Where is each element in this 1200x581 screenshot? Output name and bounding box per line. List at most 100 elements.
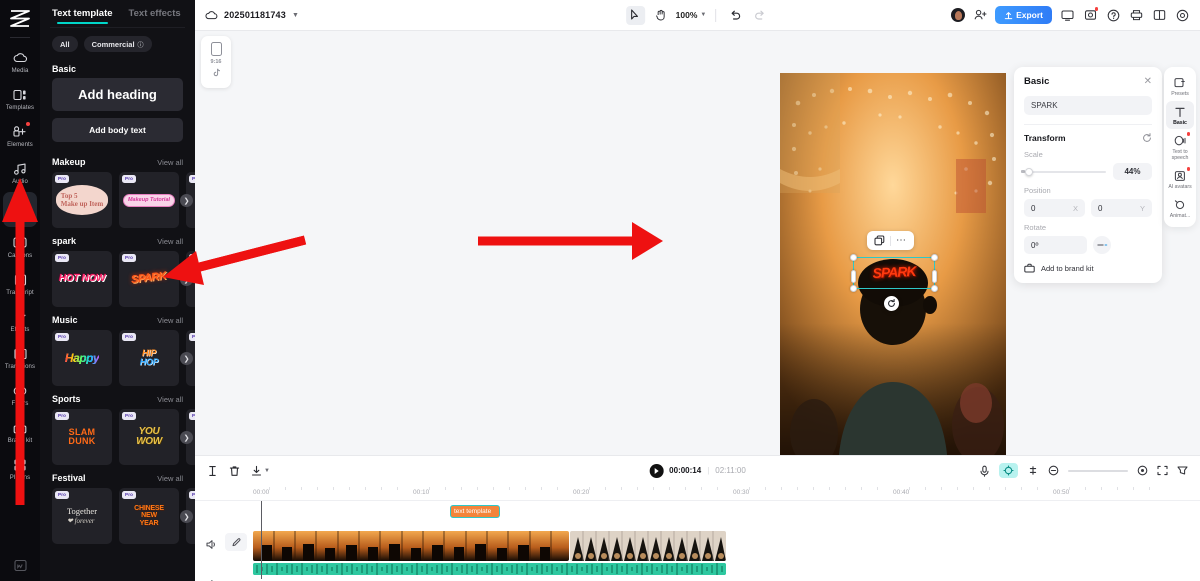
selection-bounding-box[interactable] xyxy=(850,254,938,292)
chevron-down-icon[interactable]: ▼ xyxy=(292,12,299,19)
template-card-happy[interactable]: Pro Happy xyxy=(52,330,112,386)
template-card-hip-hop[interactable]: Pro HIP HOP xyxy=(119,330,179,386)
rotate-handle[interactable] xyxy=(884,296,899,311)
text-template-clip[interactable]: text template xyxy=(450,505,500,518)
chip-commercial[interactable]: Commercial ⓘ xyxy=(83,36,152,52)
resize-handle-top-right[interactable] xyxy=(931,254,938,261)
voice-enhance-icon[interactable] xyxy=(999,463,1018,478)
resize-handle-bottom-left[interactable] xyxy=(850,285,857,292)
video-clip-2[interactable] xyxy=(570,531,726,561)
template-card-makeup-tutorial[interactable]: Pro Makeup Tutorial xyxy=(119,172,179,228)
microphone-icon[interactable] xyxy=(979,465,990,477)
audio-clip[interactable] xyxy=(253,563,726,575)
text-content-input[interactable]: SPARK xyxy=(1024,96,1152,115)
print-icon[interactable] xyxy=(1128,7,1144,23)
right-rail-item-animation[interactable]: Animat... xyxy=(1166,194,1194,222)
tab-text-template[interactable]: Text template xyxy=(52,8,113,25)
sidebar-item-brand-kit[interactable]: Brand kit xyxy=(3,414,37,449)
chip-all[interactable]: All xyxy=(52,36,78,52)
playhead[interactable] xyxy=(261,501,262,579)
view-all-link[interactable]: View all xyxy=(157,395,183,404)
carousel-next-icon[interactable]: ❯ xyxy=(180,431,193,444)
template-card-slam-dunk[interactable]: Pro SLAM DUNK xyxy=(52,409,112,465)
resize-handle-top-left[interactable] xyxy=(850,254,857,261)
rotate-value-field[interactable]: 0º xyxy=(1024,236,1087,254)
right-rail-item-ai-avatars[interactable]: AI avatars xyxy=(1166,165,1194,193)
trash-icon[interactable] xyxy=(229,465,240,477)
scale-value[interactable]: 44% xyxy=(1113,163,1152,180)
carousel-next-icon[interactable]: ❯ xyxy=(180,510,193,523)
add-heading-button[interactable]: Add heading xyxy=(52,78,183,111)
panel-toggle-icon[interactable] xyxy=(1177,465,1188,476)
edit-pen-icon[interactable] xyxy=(225,533,247,551)
close-icon[interactable]: ✕ xyxy=(1144,76,1152,87)
right-rail-item-presets[interactable]: Presets xyxy=(1166,72,1194,100)
view-all-link[interactable]: View all xyxy=(157,474,183,483)
template-card-spark[interactable]: Pro SPARK xyxy=(119,251,179,307)
reset-transform-icon[interactable] xyxy=(1142,133,1152,143)
sidebar-item-elements[interactable]: Elements xyxy=(3,118,37,153)
view-all-link[interactable]: View all xyxy=(157,237,183,246)
view-all-link[interactable]: View all xyxy=(157,158,183,167)
more-options-icon[interactable]: ⋯ xyxy=(896,235,907,245)
rail-bottom-icon[interactable] xyxy=(13,559,27,572)
aspect-ratio-card[interactable]: 9:16 xyxy=(201,36,231,88)
zoom-out-icon[interactable] xyxy=(1048,465,1059,476)
resize-handle-middle-right[interactable] xyxy=(932,269,937,283)
carousel-next-icon[interactable]: ❯ xyxy=(180,273,193,286)
right-rail-item-text-to-speech[interactable]: Text to speech xyxy=(1166,130,1194,164)
sidebar-item-effects[interactable]: Effects xyxy=(3,303,37,338)
download-button[interactable]: ▼ xyxy=(251,465,270,477)
hand-tool-icon[interactable] xyxy=(651,6,670,25)
sidebar-item-transitions[interactable]: Transitions xyxy=(3,340,37,375)
view-all-link[interactable]: View all xyxy=(157,316,183,325)
template-card-top-5-makeup-item[interactable]: Pro Top 5 Make up Item xyxy=(52,172,112,228)
zoom-in-icon[interactable] xyxy=(1137,465,1148,476)
zoom-slider[interactable] xyxy=(1068,469,1128,472)
video-clip-1[interactable] xyxy=(253,531,569,561)
position-x-field[interactable]: 0 X xyxy=(1024,199,1085,217)
undo-icon[interactable] xyxy=(725,6,744,25)
carousel-next-icon[interactable]: ❯ xyxy=(180,194,193,207)
help-circle-icon[interactable] xyxy=(1105,7,1121,23)
add-person-icon[interactable] xyxy=(972,7,988,23)
template-card-chinese-new-year[interactable]: Pro CHINESE NEW YEAR xyxy=(119,488,179,544)
avatar[interactable] xyxy=(951,8,966,22)
flip-icon[interactable] xyxy=(1093,236,1111,254)
zoom-level-dropdown[interactable]: 100% ▼ xyxy=(676,10,707,20)
tab-text-effects[interactable]: Text effects xyxy=(129,8,181,25)
select-cursor-icon[interactable] xyxy=(625,5,645,25)
sidebar-item-audio[interactable]: Audio xyxy=(3,155,37,190)
speaker-icon[interactable] xyxy=(205,537,219,551)
split-icon[interactable] xyxy=(207,465,218,477)
add-to-brand-kit-button[interactable]: Add to brand kit xyxy=(1024,263,1152,273)
sidebar-item-media[interactable]: Media xyxy=(3,44,37,79)
resize-handle-middle-left[interactable] xyxy=(851,269,856,283)
sidebar-item-transcript[interactable]: Transcript xyxy=(3,266,37,301)
layout-icon[interactable] xyxy=(1151,7,1167,23)
settings-gear-icon[interactable] xyxy=(1174,7,1190,23)
screen-icon[interactable] xyxy=(1059,7,1075,23)
sidebar-item-filters[interactable]: Filters xyxy=(3,377,37,412)
slider-knob[interactable] xyxy=(1025,167,1033,176)
export-button[interactable]: Export xyxy=(995,6,1052,24)
duplicate-icon[interactable] xyxy=(874,235,885,246)
add-body-text-button[interactable]: Add body text xyxy=(52,118,183,142)
sidebar-item-templates[interactable]: Templates xyxy=(3,81,37,116)
template-card-together-forever[interactable]: Pro Together ❤ forever xyxy=(52,488,112,544)
scale-slider[interactable] xyxy=(1021,167,1106,176)
speaker-icon-audio[interactable] xyxy=(205,577,219,581)
sidebar-item-text[interactable]: Text xyxy=(3,192,37,227)
fit-screen-icon[interactable] xyxy=(1157,465,1168,476)
position-y-field[interactable]: 0 Y xyxy=(1091,199,1152,217)
cut-icon[interactable] xyxy=(1027,465,1039,476)
timeline-ruler[interactable]: 00:00 00:10 00:20 00:30 00:40 00:50 xyxy=(195,485,1200,501)
resize-handle-bottom-right[interactable] xyxy=(931,285,938,292)
right-rail-item-basic[interactable]: Basic xyxy=(1166,101,1194,129)
template-card-you-won[interactable]: Pro YOU WOW xyxy=(119,409,179,465)
play-button[interactable] xyxy=(649,463,664,478)
sidebar-item-captions[interactable]: Captions xyxy=(3,229,37,264)
template-card-hot-now[interactable]: Pro HOT NOW xyxy=(52,251,112,307)
notification-icon[interactable] xyxy=(1082,7,1098,23)
carousel-next-icon[interactable]: ❯ xyxy=(180,352,193,365)
